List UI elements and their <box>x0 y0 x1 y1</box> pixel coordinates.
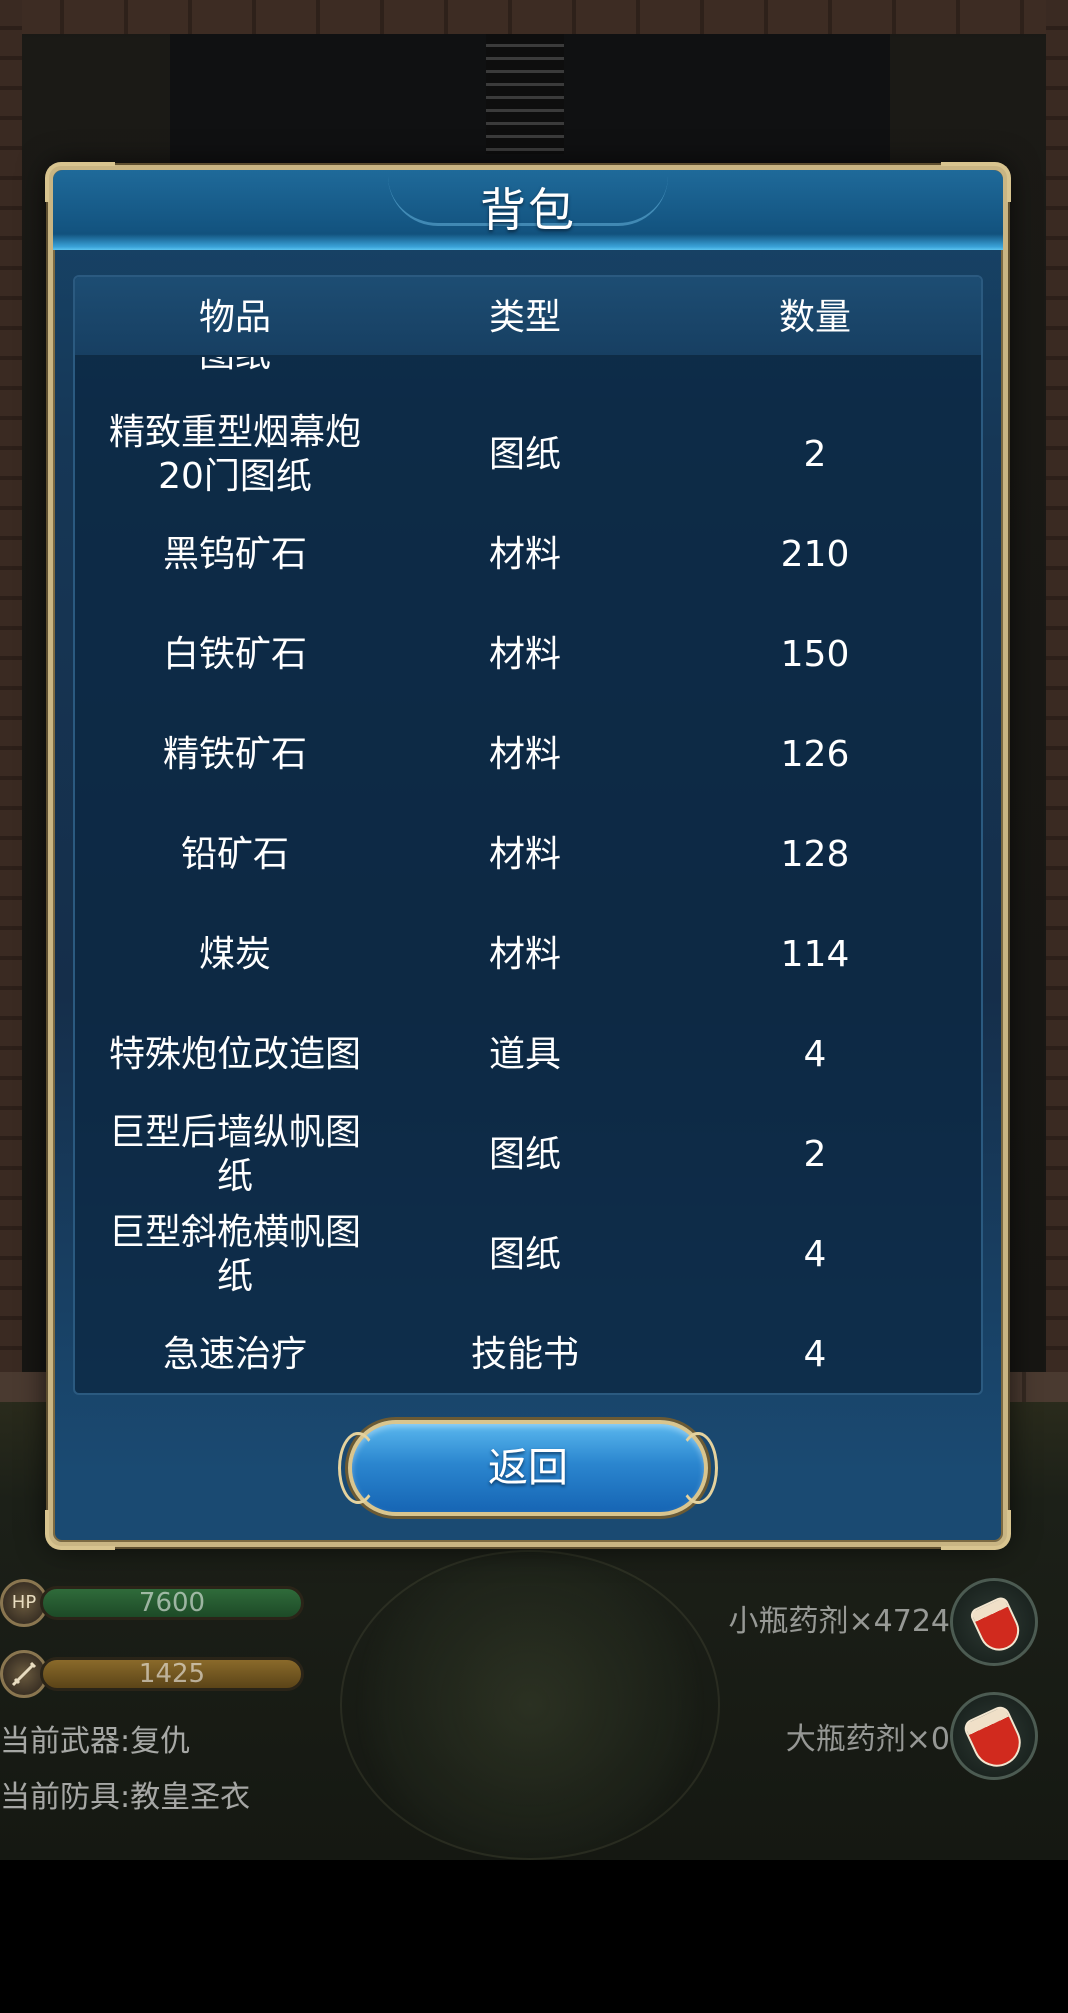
item-type: 材料 <box>488 634 561 675</box>
table-header: 物品 类型 数量 <box>75 277 981 357</box>
potion-flask-icon <box>968 1594 1026 1658</box>
item-quantity: 2 <box>803 1134 827 1175</box>
inventory-table: 物品 类型 数量 图纸 精致重型烟幕炮 20门图纸 图纸 2 黑钨矿石 材料 2… <box>73 275 983 1395</box>
table-row[interactable]: 急速治疗 技能书 4 <box>75 1305 981 1393</box>
item-quantity: 4 <box>803 1034 827 1075</box>
table-row[interactable]: 黑钨矿石 材料 210 <box>75 505 981 605</box>
table-row[interactable]: 煤炭 材料 114 <box>75 905 981 1005</box>
item-type: 图纸 <box>488 1234 561 1275</box>
virtual-joystick[interactable] <box>340 1550 720 1860</box>
item-name: 巨型斜桅横帆图 纸 <box>108 1212 361 1297</box>
item-name: 白铁矿石 <box>162 634 307 675</box>
item-type: 材料 <box>488 934 561 975</box>
table-row[interactable]: 精铁矿石 材料 126 <box>75 705 981 805</box>
frame-corner-ornament <box>45 1510 115 1550</box>
brick-wall-left <box>0 0 22 1400</box>
item-type: 图纸 <box>488 434 561 475</box>
table-row[interactable]: 巨型后墙纵帆图 纸 图纸 2 <box>75 1105 981 1205</box>
item-quantity: 114 <box>780 934 850 975</box>
table-row[interactable]: 精致重型烟幕炮 20门图纸 图纸 2 <box>75 405 981 505</box>
small-potion-button[interactable] <box>950 1578 1038 1666</box>
item-quantity: 4 <box>803 1334 827 1375</box>
item-type: 技能书 <box>470 1334 579 1375</box>
large-potion-button[interactable] <box>950 1692 1038 1780</box>
hp-bar: 7600 <box>40 1586 304 1620</box>
potion-flask-icon <box>961 1703 1029 1775</box>
header-quantity: 数量 <box>778 297 851 338</box>
bottom-letterbox <box>0 1860 1068 2013</box>
item-type: 材料 <box>488 834 561 875</box>
dialog-title-bar: 背包 <box>53 170 1003 250</box>
inventory-dialog: 背包 物品 类型 数量 图纸 精致重型烟幕炮 20门图纸 图纸 2 黑钨矿石 材… <box>45 162 1011 1550</box>
back-button[interactable]: 返回 <box>338 1420 718 1516</box>
item-name: 急速治疗 <box>162 1334 307 1375</box>
item-name: 煤炭 <box>198 934 271 975</box>
item-quantity: 150 <box>780 634 850 675</box>
doorway-stairs <box>486 34 564 154</box>
item-name: 巨型后墙纵帆图 纸 <box>108 1112 361 1197</box>
item-quantity: 4 <box>803 1234 827 1275</box>
item-quantity: 210 <box>780 534 850 575</box>
header-type: 类型 <box>488 297 561 338</box>
inventory-list[interactable]: 图纸 精致重型烟幕炮 20门图纸 图纸 2 黑钨矿石 材料 210 白铁矿石 材… <box>75 357 981 1393</box>
item-type: 材料 <box>488 734 561 775</box>
attack-bar: 1425 <box>40 1657 304 1691</box>
table-row[interactable]: 图纸 <box>75 357 981 405</box>
header-item: 物品 <box>198 297 271 338</box>
brick-wall-right <box>1046 0 1068 1400</box>
frame-corner-ornament <box>941 1510 1011 1550</box>
current-armor: 当前防具:教皇圣衣 <box>0 1780 251 1815</box>
item-name: 黑钨矿石 <box>162 534 307 575</box>
item-name: 铅矿石 <box>180 834 289 875</box>
current-weapon: 当前武器:复仇 <box>0 1724 191 1759</box>
item-name: 图纸 <box>95 357 375 405</box>
table-row[interactable]: 巨型斜桅横帆图 纸 图纸 4 <box>75 1205 981 1305</box>
item-quantity: 128 <box>780 834 850 875</box>
item-name: 精铁矿石 <box>162 734 307 775</box>
table-row[interactable]: 特殊炮位改造图 道具 4 <box>75 1005 981 1105</box>
table-row[interactable]: 铅矿石 材料 128 <box>75 805 981 905</box>
dialog-title: 背包 <box>480 183 576 237</box>
item-type <box>405 357 645 405</box>
item-name: 精致重型烟幕炮 20门图纸 <box>108 412 361 497</box>
item-quantity: 126 <box>780 734 850 775</box>
item-type: 材料 <box>488 534 561 575</box>
back-button-label: 返回 <box>488 1445 568 1491</box>
item-name: 特殊炮位改造图 <box>108 1034 361 1075</box>
brick-wall-top <box>0 0 1068 34</box>
table-row[interactable]: 白铁矿石 材料 150 <box>75 605 981 705</box>
item-type: 道具 <box>488 1034 561 1075</box>
item-type: 图纸 <box>488 1134 561 1175</box>
small-potion-count: 小瓶药剂×4724 <box>728 1604 950 1639</box>
large-potion-count: 大瓶药剂×0 <box>785 1722 950 1757</box>
item-quantity: 2 <box>803 434 827 475</box>
item-quantity <box>715 357 915 405</box>
